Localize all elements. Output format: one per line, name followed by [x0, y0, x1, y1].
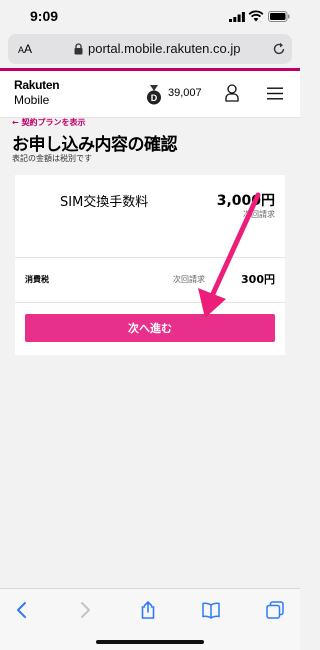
tax-label: 消費税 [25, 275, 49, 284]
lock-icon [74, 43, 83, 55]
bookmarks-icon[interactable] [202, 601, 220, 619]
text-size-button[interactable]: AA [18, 42, 32, 56]
svg-text:D: D [151, 93, 158, 103]
status-time: 9:09 [30, 8, 59, 24]
reload-icon[interactable] [272, 42, 286, 56]
forward-icon[interactable] [76, 601, 94, 619]
back-to-plan-link[interactable]: ← 契約プランを表示 [12, 117, 86, 128]
points-balance[interactable]: 39,007 [168, 87, 202, 99]
share-icon[interactable] [139, 601, 157, 619]
medal-icon: D [147, 85, 161, 105]
item-price: 3,000円 [216, 193, 275, 209]
divider [15, 257, 285, 258]
tax-price: 300円 [241, 273, 275, 286]
tabs-icon[interactable] [266, 601, 284, 619]
wifi-icon [248, 10, 264, 22]
status-bar: 9:09 [0, 0, 300, 32]
tax-note: 表記の金額は税別です [12, 154, 92, 163]
back-icon[interactable] [13, 601, 31, 619]
battery-icon [268, 11, 290, 22]
divider [15, 302, 285, 303]
order-summary-card: SIM交換手数料 3,000円 次回請求 消費税 次回請求 300円 次へ進む [15, 175, 285, 355]
signal-icon [229, 12, 245, 22]
logo-line2: Mobile [14, 93, 50, 107]
item-name: SIM交換手数料 [60, 195, 149, 210]
logo-line1: Rakuten [14, 78, 60, 92]
page-title: お申し込み内容の確認 [12, 135, 178, 155]
next-button[interactable]: 次へ進む [25, 314, 275, 342]
user-icon[interactable] [225, 84, 239, 102]
hamburger-menu-icon[interactable] [267, 87, 283, 100]
home-indicator [96, 640, 204, 644]
tax-billing-note: 次回請求 [173, 275, 205, 284]
url-text[interactable]: portal.mobile.rakuten.co.jp [88, 41, 240, 56]
item-billing-note: 次回請求 [243, 210, 275, 219]
site-header: Rakuten Mobile D 39,007 [0, 71, 300, 118]
address-bar[interactable]: AA portal.mobile.rakuten.co.jp [8, 34, 292, 64]
browser-address-area: AA portal.mobile.rakuten.co.jp [0, 32, 300, 68]
